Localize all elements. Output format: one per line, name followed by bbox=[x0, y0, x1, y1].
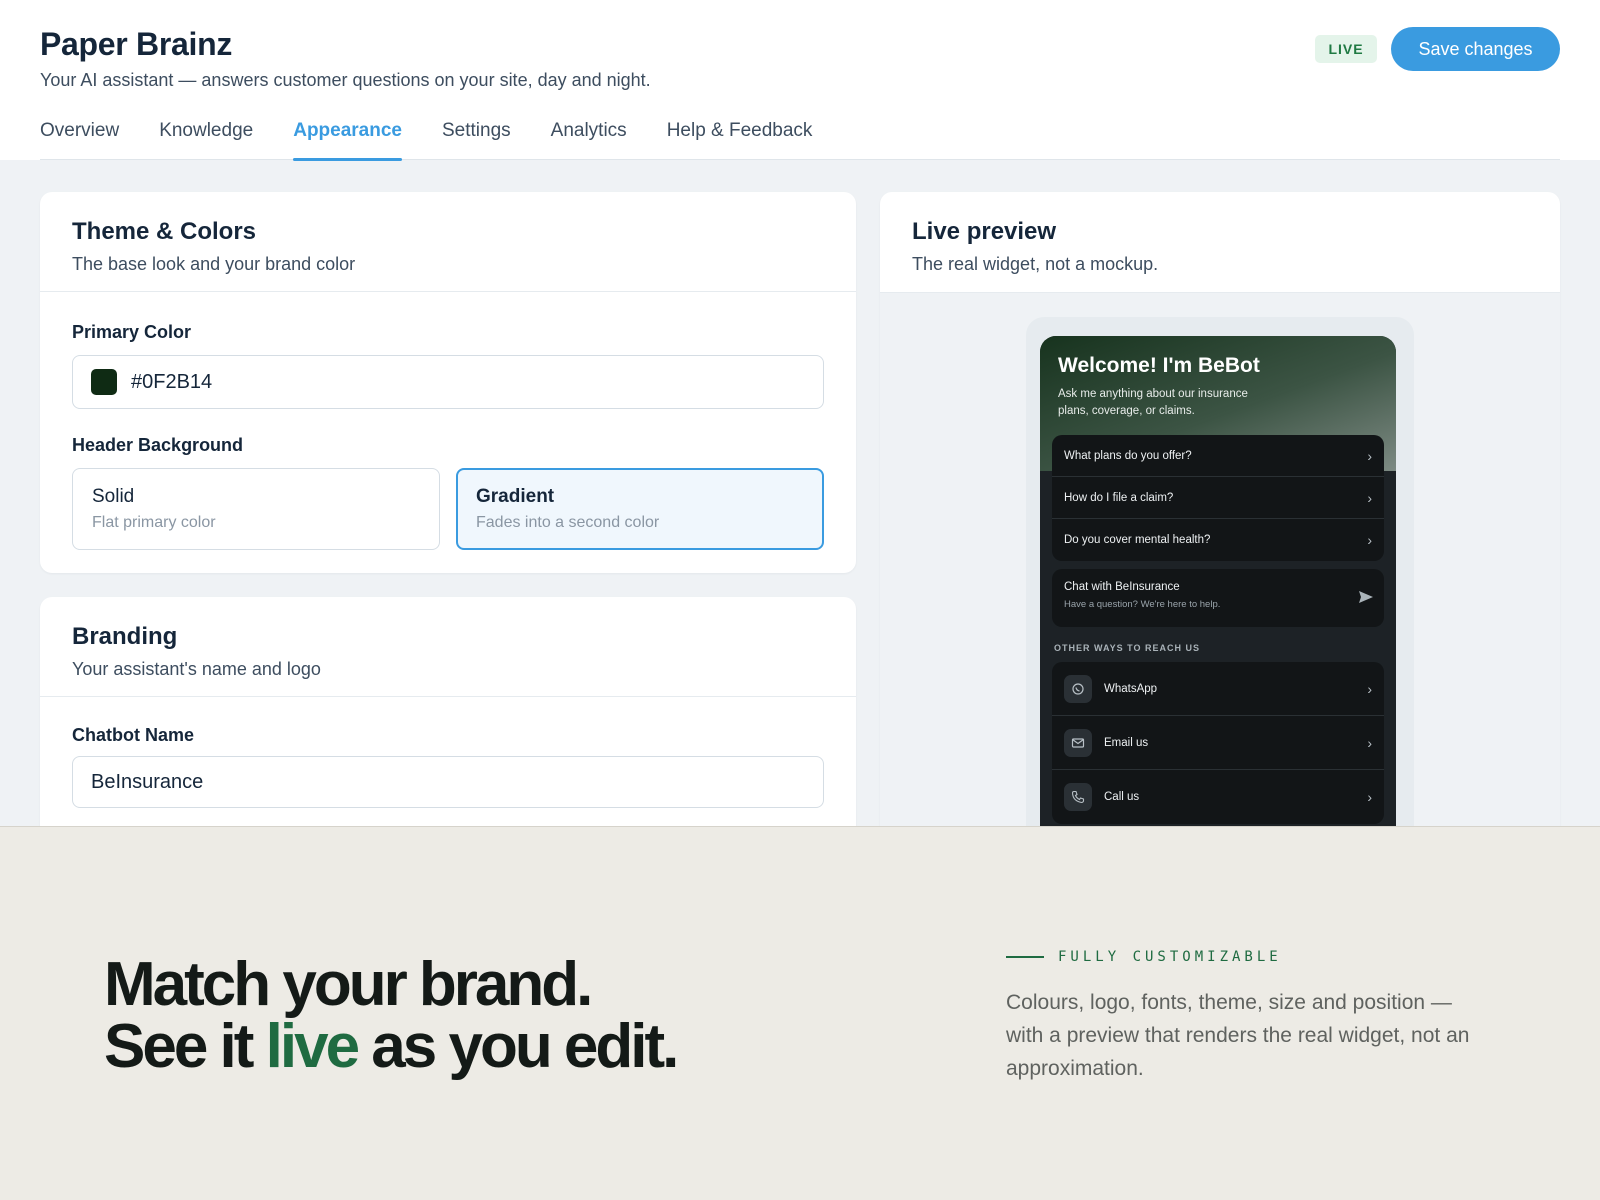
contact-label: Call us bbox=[1104, 791, 1140, 803]
card-title: Live preview bbox=[912, 218, 1057, 245]
question-item[interactable]: Do you cover mental health? › bbox=[1052, 519, 1384, 561]
headline-line-2: See it live as you edit. bbox=[104, 1016, 679, 1078]
tab-overview[interactable]: Overview bbox=[40, 106, 119, 160]
question-item[interactable]: What plans do you offer? › bbox=[1052, 435, 1384, 477]
suggested-questions: What plans do you offer? › How do I file… bbox=[1052, 435, 1384, 561]
phone-icon bbox=[1064, 783, 1092, 811]
tab-knowledge[interactable]: Knowledge bbox=[159, 106, 253, 160]
primary-color-input[interactable]: #0F2B14 bbox=[72, 355, 824, 409]
question-item[interactable]: How do I file a claim? › bbox=[1052, 477, 1384, 519]
contact-call[interactable]: Call us › bbox=[1052, 770, 1384, 824]
kicker-text: FULLY CUSTOMIZABLE bbox=[1058, 949, 1282, 965]
card-title: Theme & Colors bbox=[72, 218, 257, 245]
chatbot-name-value: BeInsurance bbox=[91, 770, 204, 793]
card-subtitle: The base look and your brand color bbox=[72, 254, 356, 274]
whatsapp-icon bbox=[1064, 674, 1092, 703]
card-header: Branding Your assistant's name and logo bbox=[40, 597, 856, 697]
contact-label: Email us bbox=[1104, 736, 1149, 749]
live-preview-card: Live preview The real widget, not a mock… bbox=[880, 192, 1560, 826]
contact-label: WhatsApp bbox=[1104, 682, 1158, 695]
chat-widget: Welcome! I'm BeBot Ask me anything about… bbox=[1040, 336, 1396, 826]
chevron-right-icon: › bbox=[1367, 489, 1372, 506]
tab-help-feedback[interactable]: Help & Feedback bbox=[667, 106, 813, 160]
headline-text: See it bbox=[104, 1012, 266, 1081]
tab-analytics[interactable]: Analytics bbox=[551, 106, 627, 160]
marketing-description: Colours, logo, fonts, theme, size and po… bbox=[1006, 991, 1470, 1080]
card-subtitle: Your assistant's name and logo bbox=[72, 659, 321, 679]
question-text: What plans do you offer? bbox=[1064, 449, 1192, 462]
branding-card: Branding Your assistant's name and logo … bbox=[40, 597, 856, 826]
card-header: Theme & Colors The base look and your br… bbox=[40, 192, 856, 292]
card-title: Branding bbox=[72, 623, 178, 650]
widget-title: Welcome! I'm BeBot bbox=[1058, 354, 1260, 377]
chatbot-name-input[interactable]: BeInsurance bbox=[72, 756, 824, 808]
card-subtitle: The real widget, not a mockup. bbox=[912, 254, 1159, 274]
chevron-right-icon: › bbox=[1367, 734, 1372, 751]
send-icon bbox=[1359, 591, 1373, 603]
option-solid[interactable]: Solid Flat primary color bbox=[72, 468, 440, 550]
chevron-right-icon: › bbox=[1367, 789, 1372, 805]
chat-title: Chat with BeInsurance bbox=[1064, 581, 1180, 593]
contact-options: WhatsApp › Email us › Call us › bbox=[1052, 662, 1384, 824]
chevron-right-icon: › bbox=[1367, 447, 1372, 464]
live-status-badge: LIVE bbox=[1315, 35, 1377, 63]
tab-settings[interactable]: Settings bbox=[442, 106, 511, 160]
color-swatch[interactable] bbox=[91, 369, 117, 395]
kicker: FULLY CUSTOMIZABLE bbox=[1006, 949, 1282, 965]
contact-email[interactable]: Email us › bbox=[1052, 716, 1384, 770]
chat-subtitle: Have a question? We're here to help. bbox=[1064, 599, 1221, 610]
tab-appearance[interactable]: Appearance bbox=[293, 106, 402, 161]
theme-colors-card: Theme & Colors The base look and your br… bbox=[40, 192, 856, 573]
contact-whatsapp[interactable]: WhatsApp › bbox=[1052, 662, 1384, 716]
card-header: Live preview The real widget, not a mock… bbox=[880, 192, 1560, 292]
app-window: Paper Brainz Your AI assistant — answers… bbox=[0, 0, 1600, 826]
app-title: Paper Brainz bbox=[40, 26, 233, 62]
other-ways-heading: OTHER WAYS TO REACH US bbox=[1054, 643, 1201, 653]
save-changes-button[interactable]: Save changes bbox=[1391, 27, 1560, 71]
chatbot-name-label: Chatbot Name bbox=[72, 725, 195, 745]
header-background-label: Header Background bbox=[72, 435, 244, 455]
headline-text: as you edit. bbox=[357, 1012, 679, 1081]
headline-line-1: Match your brand. bbox=[104, 950, 593, 1019]
chevron-right-icon: › bbox=[1367, 680, 1372, 697]
option-title: Gradient bbox=[476, 486, 555, 507]
marketing-headline: Match your brand. See it live as you edi… bbox=[104, 950, 679, 1078]
tab-bar: Overview Knowledge Appearance Settings A… bbox=[40, 106, 1560, 161]
kicker-rule bbox=[1006, 956, 1044, 958]
marketing-band: Match your brand. See it live as you edi… bbox=[0, 826, 1600, 1200]
option-title: Solid bbox=[92, 486, 135, 507]
preview-canvas: Welcome! I'm BeBot Ask me anything about… bbox=[880, 292, 1560, 826]
widget-subtitle: Ask me anything about our insurance plan… bbox=[1058, 388, 1248, 417]
primary-color-label: Primary Color bbox=[72, 322, 192, 342]
primary-color-value: #0F2B14 bbox=[131, 370, 213, 393]
option-gradient[interactable]: Gradient Fades into a second color bbox=[456, 468, 824, 550]
option-subtitle: Flat primary color bbox=[92, 514, 216, 531]
start-chat-card[interactable]: Chat with BeInsurance Have a question? W… bbox=[1052, 569, 1384, 627]
chevron-right-icon: › bbox=[1367, 532, 1372, 548]
question-text: Do you cover mental health? bbox=[1064, 534, 1211, 546]
headline-highlight: live bbox=[265, 1012, 360, 1081]
question-text: How do I file a claim? bbox=[1064, 491, 1174, 504]
option-subtitle: Fades into a second color bbox=[476, 514, 660, 531]
top-bar: Paper Brainz Your AI assistant — answers… bbox=[0, 0, 1600, 161]
header-background-options: Solid Flat primary color Gradient Fades … bbox=[72, 468, 824, 550]
app-subtitle: Your AI assistant — answers customer que… bbox=[40, 70, 651, 90]
mail-icon bbox=[1064, 728, 1092, 757]
